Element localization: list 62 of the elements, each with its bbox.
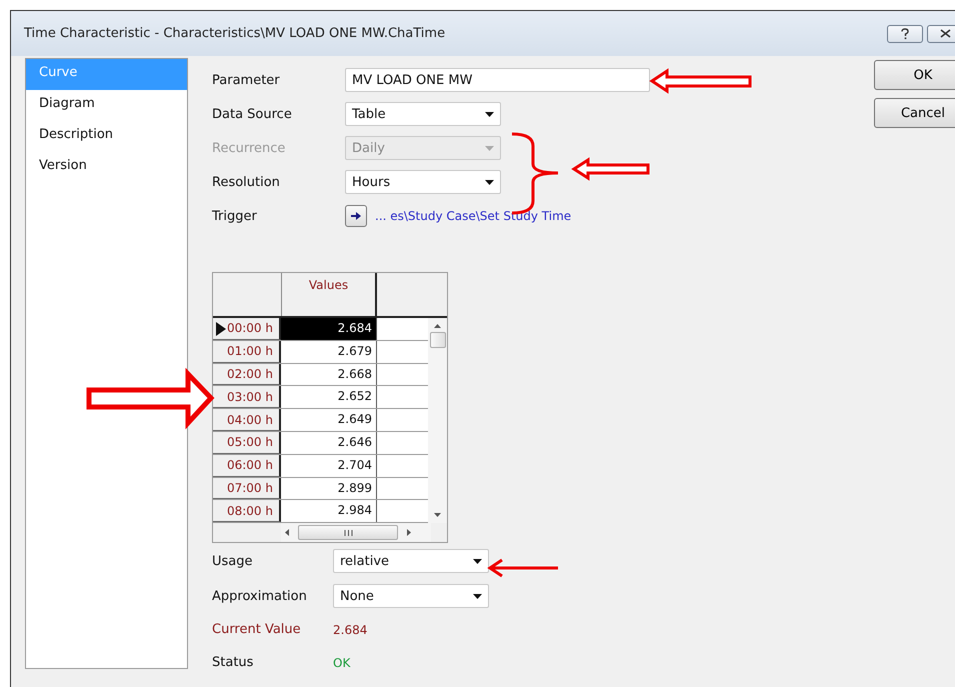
- field-label: Recurrence: [212, 140, 286, 156]
- caret-icon: [473, 594, 482, 599]
- row-header[interactable]: 00:00 h: [213, 318, 281, 340]
- caret-icon: [485, 112, 494, 116]
- row-header[interactable]: 03:00 h: [213, 386, 281, 408]
- vertical-scrollbar[interactable]: [428, 318, 447, 524]
- row-header[interactable]: 08:00 h: [213, 500, 281, 522]
- field-label: Approximation: [212, 588, 308, 604]
- arrow-icon: [351, 212, 361, 220]
- horizontal-scrollbar[interactable]: [281, 523, 431, 542]
- column-header[interactable]: Values: [282, 273, 378, 316]
- caret-icon: [473, 558, 482, 564]
- caret-icon: [485, 146, 494, 150]
- readout-value: 2.684: [333, 622, 368, 637]
- table-cell[interactable]: 2.646: [281, 432, 377, 454]
- left-arrow-icon: [285, 529, 289, 536]
- cancel-button[interactable]: Cancel: [874, 98, 955, 128]
- row-header[interactable]: 02:00 h: [213, 364, 281, 386]
- table-cell[interactable]: 2.899: [281, 478, 377, 500]
- field-label: Parameter: [212, 72, 281, 88]
- caret-icon: [485, 180, 494, 184]
- field-label: Data Source: [212, 106, 293, 122]
- table-cell[interactable]: 2.684: [281, 318, 377, 340]
- jump-button[interactable]: [345, 205, 367, 227]
- field-label: Trigger: [212, 208, 258, 224]
- table-cell[interactable]: 2.984: [281, 500, 377, 522]
- scroll-thumb[interactable]: [298, 525, 398, 540]
- dropdown-field[interactable]: Hours: [345, 170, 501, 194]
- readout-label: Status: [212, 655, 254, 670]
- field-label: Usage: [212, 554, 254, 569]
- close-icon: [940, 29, 950, 38]
- dropdown-field[interactable]: Table: [345, 102, 501, 126]
- right-arrow-icon: [407, 529, 411, 536]
- row-header[interactable]: 06:00 h: [213, 454, 281, 477]
- dropdown-field[interactable]: relative: [333, 549, 489, 574]
- sidebar-item[interactable]: Version: [26, 152, 187, 183]
- readout-label: Current Value: [212, 622, 302, 638]
- table-cell[interactable]: 2.679: [281, 340, 377, 363]
- row-header[interactable]: 07:00 h: [213, 478, 281, 500]
- up-arrow-icon: [434, 324, 441, 328]
- table-cell[interactable]: 2.652: [281, 386, 377, 408]
- row-header[interactable]: 05:00 h: [213, 432, 281, 454]
- table-cell[interactable]: 2.649: [281, 409, 377, 431]
- scroll-thumb[interactable]: [430, 332, 446, 348]
- field-label: Resolution: [212, 174, 281, 190]
- grip-icon: [344, 530, 352, 536]
- ok-button[interactable]: OK: [874, 60, 955, 90]
- help-button[interactable]: [887, 24, 923, 42]
- sidebar-item[interactable]: Description: [26, 121, 187, 152]
- parameter-field[interactable]: MV LOAD ONE MW: [345, 68, 650, 92]
- sidebar-item[interactable]: Diagram: [26, 90, 187, 121]
- table-cell[interactable]: 2.704: [281, 454, 377, 477]
- trigger-link[interactable]: ... es\Study Case\Set Study Time: [375, 209, 572, 223]
- readout-value: OK: [333, 656, 350, 670]
- down-arrow-icon: [434, 513, 441, 518]
- help-icon: [900, 28, 910, 40]
- table-cell[interactable]: 2.668: [281, 364, 377, 386]
- dropdown-field[interactable]: None: [333, 584, 489, 608]
- close-button[interactable]: [927, 24, 955, 42]
- row-header[interactable]: 04:00 h: [213, 409, 281, 431]
- window-title: Time Characteristic - Characteristics\MV LOAD ONE MW.ChaTime: [24, 26, 446, 41]
- row-header[interactable]: 01:00 h: [213, 340, 281, 363]
